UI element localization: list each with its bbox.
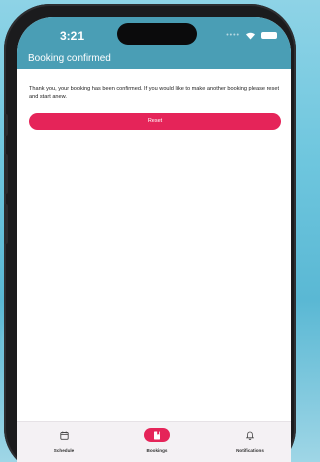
cellular-signal-icon: •••• — [226, 31, 240, 39]
wifi-icon — [246, 32, 255, 39]
tab-icon-container-active — [144, 428, 170, 442]
tab-icon-container — [51, 428, 77, 442]
tab-icon-container — [237, 428, 263, 442]
tab-schedule[interactable]: Schedule — [34, 422, 94, 462]
status-bar: 3:21 •••• — [17, 17, 291, 47]
tab-label-schedule: Schedule — [53, 448, 75, 453]
battery-icon — [261, 31, 277, 39]
tab-bookings[interactable]: Bookings — [127, 422, 187, 462]
bottom-tab-bar: Schedule Bookings Notifications — [17, 421, 291, 462]
dynamic-island — [117, 23, 197, 45]
confirmation-content: Thank you, your booking has been confirm… — [29, 85, 287, 130]
calendar-icon — [59, 431, 69, 440]
tab-label-bookings: Bookings — [146, 448, 168, 453]
phone-volume-up-button — [4, 154, 8, 194]
page-title: Booking confirmed — [28, 53, 111, 64]
bell-icon — [246, 431, 254, 440]
confirmation-message: Thank you, your booking has been confirm… — [29, 86, 280, 100]
phone-action-button — [4, 114, 8, 136]
tab-label-notifications: Notifications — [236, 448, 264, 453]
app-screen: 3:21 •••• Booking confirmed Thank you, y… — [17, 17, 291, 462]
app-header: 3:21 •••• Booking confirmed — [17, 17, 291, 69]
tab-notifications[interactable]: Notifications — [220, 422, 280, 462]
phone-volume-down-button — [4, 204, 8, 244]
status-time: 3:21 — [60, 29, 85, 43]
status-icons: •••• — [226, 30, 277, 40]
bookmark-icon — [154, 431, 160, 439]
reset-button[interactable]: Reset — [29, 113, 281, 130]
